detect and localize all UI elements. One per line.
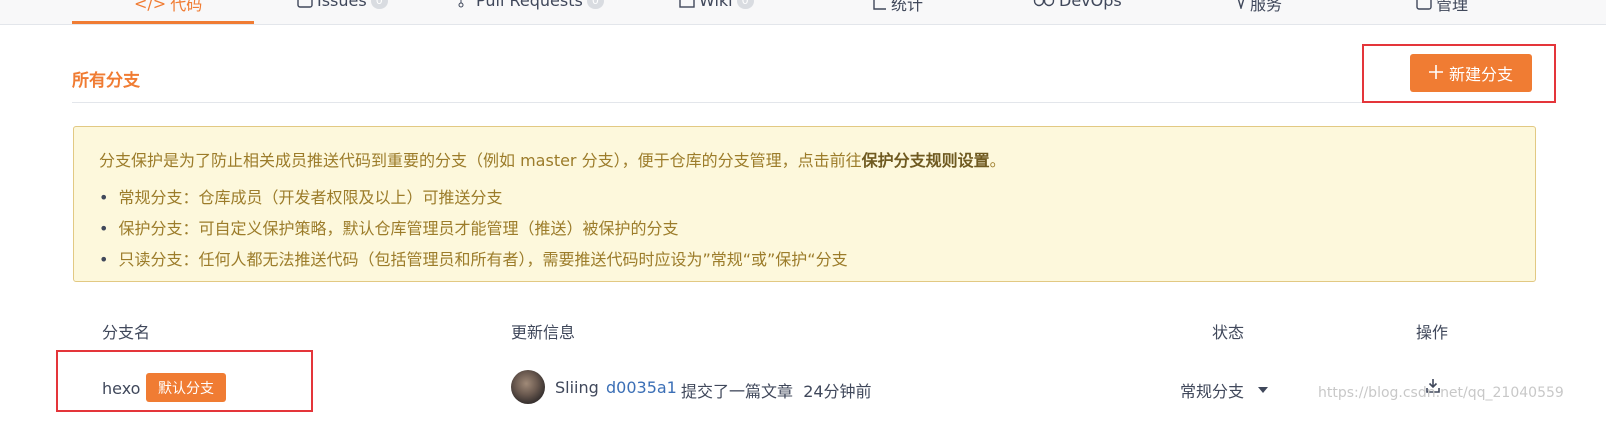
tab-devops[interactable]: DevOps: [1033, 0, 1122, 10]
chevron-down-icon: [1258, 387, 1269, 393]
tab-services-label: 服务: [1250, 0, 1283, 14]
tab-issues-label: Issues: [317, 0, 367, 10]
tab-issues[interactable]: Issues 0: [297, 0, 388, 10]
tab-settings[interactable]: 管理: [1416, 0, 1468, 15]
branch-status-value: 常规分支: [1180, 382, 1245, 401]
notice-intro-text: 分支保护是为了防止相关成员推送代码到重要的分支（例如 master 分支），便于…: [99, 151, 862, 170]
branch-status-dropdown[interactable]: 常规分支: [1180, 378, 1269, 402]
tab-code-label: 代码: [170, 0, 203, 14]
tab-services[interactable]: 服务: [1236, 0, 1282, 15]
commit-hash-link[interactable]: d0035a1: [606, 378, 677, 397]
avatar[interactable]: [511, 370, 545, 404]
notice-intro-end: 。: [989, 151, 1006, 170]
list-item: 保护分支：可自定义保护策略，默认仓库管理员才能管理（推送）被保护的分支: [99, 215, 678, 239]
column-header-update: 更新信息: [511, 323, 576, 342]
repo-tab-bar: </> 代码 Issues 0 Pull Requests 0 Wiki 0 统…: [0, 0, 1606, 25]
tab-devops-label: DevOps: [1059, 0, 1122, 10]
header-divider: [72, 102, 1536, 103]
commit-message: 提交了一篇文章 24分钟前: [681, 378, 872, 402]
highlight-box-new-branch: [1362, 44, 1556, 103]
pull-requests-count-badge: 0: [586, 0, 604, 9]
watermark-text: https://blog.csdn.net/qq_21040559: [1318, 385, 1564, 401]
tab-pull-requests-label: Pull Requests: [476, 0, 583, 10]
devops-icon: [1033, 0, 1055, 7]
protection-rules-link[interactable]: 保护分支规则设置: [862, 151, 990, 170]
commit-message-text: 提交了一篇文章: [681, 382, 794, 401]
column-header-name: 分支名: [102, 323, 151, 342]
page-title: 所有分支: [72, 71, 140, 91]
tab-pull-requests[interactable]: Pull Requests 0: [458, 0, 604, 10]
wiki-count-badge: 0: [736, 0, 754, 9]
branch-protection-notice: 分支保护是为了防止相关成员推送代码到重要的分支（例如 master 分支），便于…: [73, 126, 1536, 282]
notice-intro: 分支保护是为了防止相关成员推送代码到重要的分支（例如 master 分支），便于…: [99, 147, 1006, 171]
list-item: 只读分支：任何人都无法推送代码（包括管理员和所有者），需要推送代码时应设为”常规…: [99, 246, 847, 270]
tab-stats-label: 统计: [891, 0, 924, 14]
settings-icon: [1416, 0, 1432, 10]
column-header-status: 状态: [1212, 323, 1245, 342]
issues-count-badge: 0: [370, 0, 388, 9]
commit-time: 24分钟前: [803, 382, 872, 401]
tab-stats[interactable]: 统计: [873, 0, 923, 15]
list-item: 常规分支：仓库成员（开发者权限及以上）可推送分支: [99, 184, 502, 208]
services-icon: [1236, 0, 1246, 9]
code-icon: </>: [134, 0, 167, 13]
issues-icon: [297, 0, 313, 8]
active-tab-indicator: [72, 21, 254, 24]
pull-request-icon: [458, 0, 472, 8]
tab-settings-label: 管理: [1436, 0, 1469, 14]
tab-code[interactable]: </> 代码: [134, 0, 202, 15]
wiki-icon: [679, 0, 695, 8]
chart-icon: [873, 0, 887, 10]
commit-author[interactable]: Sliing: [555, 378, 599, 397]
tab-wiki[interactable]: Wiki 0: [679, 0, 754, 10]
tab-wiki-label: Wiki: [699, 0, 733, 10]
highlight-box-default-branch: [56, 350, 313, 412]
column-header-actions: 操作: [1416, 323, 1449, 342]
